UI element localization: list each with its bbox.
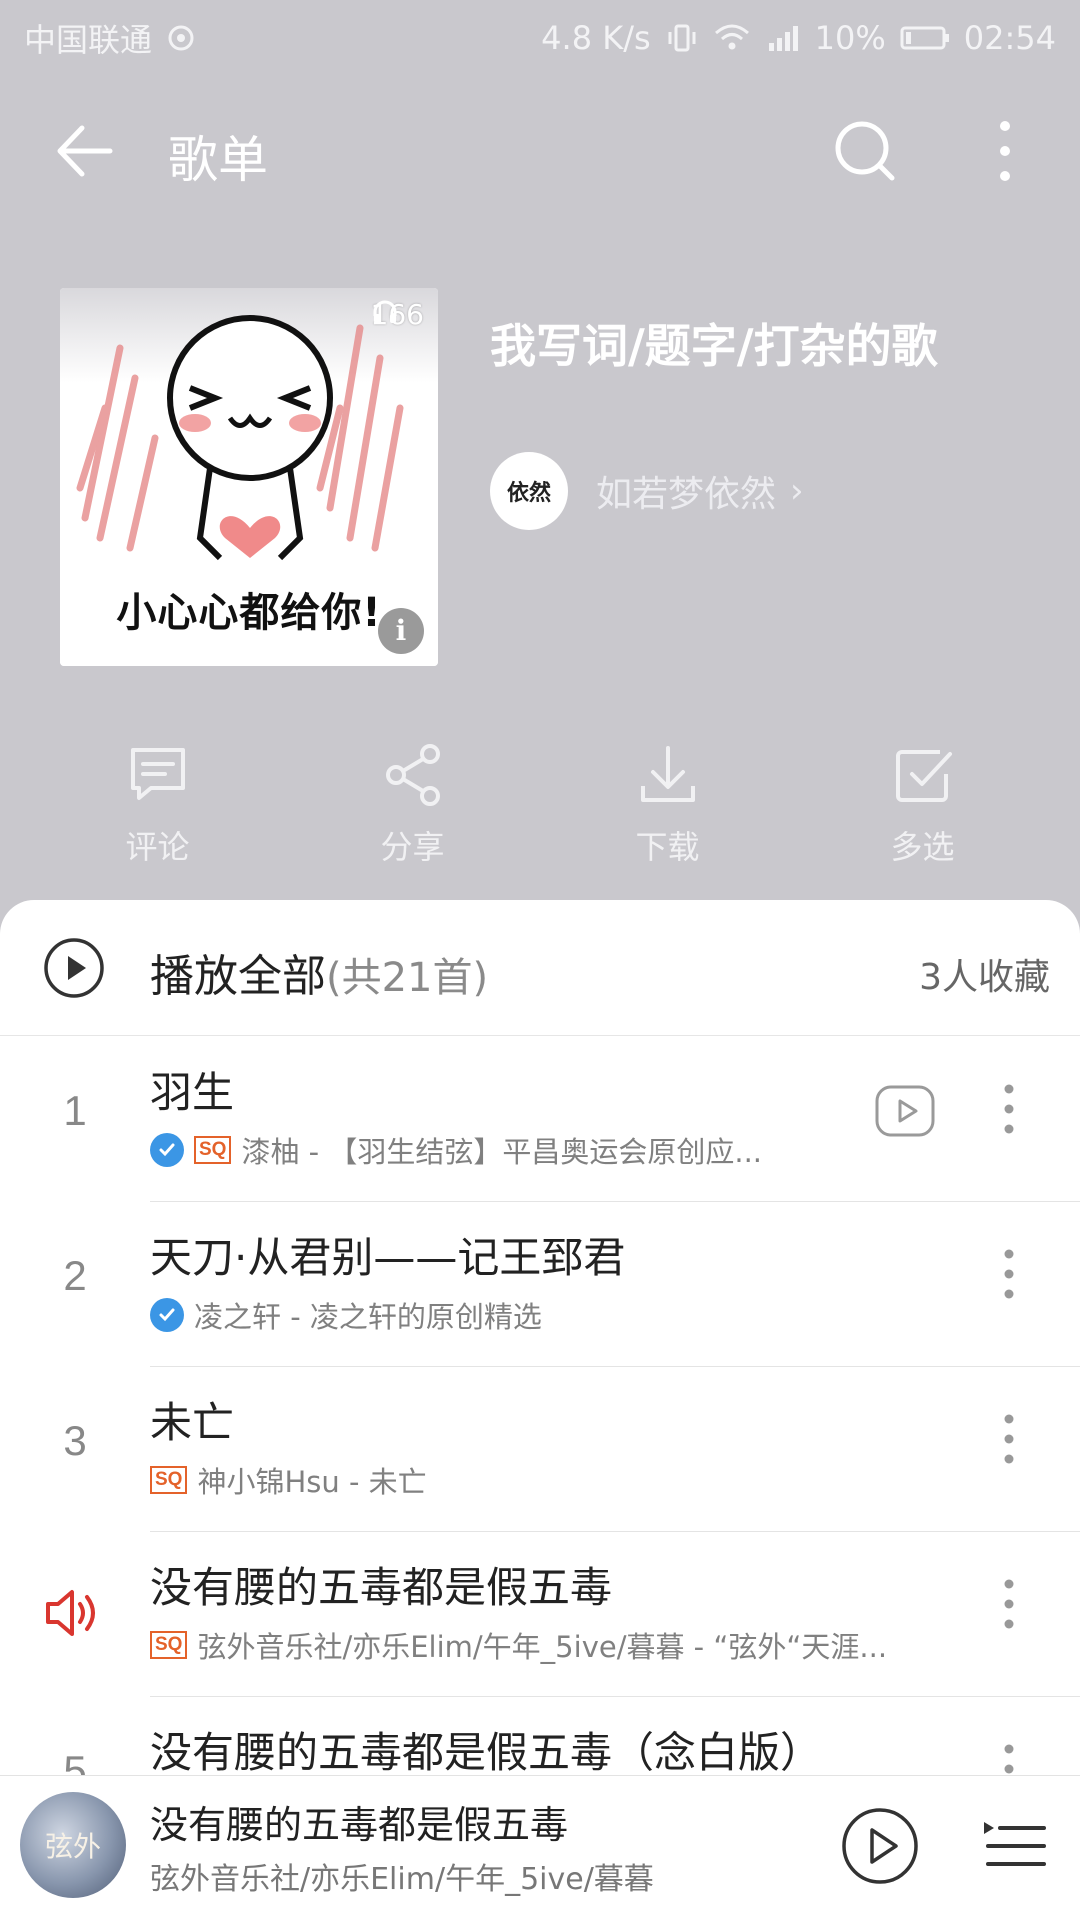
action-bar: 评论 分享 下载 多选	[0, 740, 1080, 868]
song-title: 未亡	[150, 1398, 235, 1447]
song-subtitle: 神小锦Hsu - 未亡	[197, 1465, 427, 1499]
vibrate-icon	[665, 21, 699, 55]
song-title: 天刀·从君别——记王郅君	[150, 1233, 626, 1282]
sq-badge: SQ	[150, 1631, 188, 1659]
play-all-row[interactable]: 播放全部(共21首) 3人收藏	[0, 900, 1080, 1036]
play-all-text: 播放全部	[150, 951, 326, 1002]
battery-percent: 10%	[814, 19, 886, 57]
headphones-icon	[373, 300, 397, 323]
play-circle-icon[interactable]	[42, 936, 106, 1000]
song-title: 没有腰的五毒都是假五毒	[150, 1563, 613, 1612]
mini-player[interactable]: 弦外 没有腰的五毒都是假五毒 弦外音乐社/亦乐Elim/午年_5ive/暮暮	[0, 1775, 1080, 1920]
sq-badge: SQ	[194, 1136, 232, 1164]
more-vertical-icon[interactable]	[994, 1242, 1024, 1306]
playlist-cover[interactable]: 166 小心心都给你! i	[60, 288, 438, 666]
creator-avatar[interactable]: 依然	[490, 452, 568, 530]
carrier-label: 中国联通	[24, 21, 153, 59]
share-label: 分享	[380, 828, 445, 866]
search-icon	[835, 121, 895, 181]
song-row[interactable]: 2 天刀·从君别——记王郅君 凌之轩 - 凌之轩的原创精选	[0, 1202, 1080, 1367]
now-playing-title: 没有腰的五毒都是假五毒	[150, 1803, 569, 1847]
song-total: (共21首)	[326, 955, 489, 1001]
song-list-panel: 播放全部(共21首) 3人收藏 1 羽生 SQ 漆柚 - 【羽生结弦】平昌奥运会…	[0, 900, 1080, 1920]
mv-play-icon[interactable]	[873, 1079, 937, 1143]
multi-select-button[interactable]: 多选	[795, 740, 1050, 868]
status-bar-right: 4.8 K/s 10% 02:54	[541, 19, 1056, 57]
song-subtitle: 弦外音乐社/亦乐Elim/午年_5ive/暮暮 - “弦外“天涯...	[197, 1630, 888, 1664]
status-bar: 中国联通 4.8 K/s 10% 02:54	[0, 0, 1080, 76]
song-index: 3	[63, 1417, 87, 1464]
creator-link[interactable]: 依然 如若梦依然 ›	[490, 452, 804, 530]
now-playing-artist: 弦外音乐社/亦乐Elim/午年_5ive/暮暮	[150, 1862, 654, 1897]
download-button[interactable]: 下载	[540, 740, 795, 868]
song-subtitle-row: SQ 神小锦Hsu - 未亡	[150, 1459, 427, 1501]
info-icon[interactable]: i	[378, 608, 424, 654]
song-index: 2	[63, 1252, 87, 1299]
hd-sync-icon	[166, 23, 196, 53]
more-vertical-icon	[1000, 121, 1010, 181]
creator-avatar-text: 依然	[506, 481, 551, 506]
song-subtitle-row: SQ 漆柚 - 【羽生结弦】平昌奥运会原创应...	[150, 1129, 762, 1171]
comment-button[interactable]: 评论	[30, 740, 285, 868]
song-row-playing[interactable]: 没有腰的五毒都是假五毒 SQ 弦外音乐社/亦乐Elim/午年_5ive/暮暮 -…	[0, 1532, 1080, 1697]
wifi-icon	[713, 23, 751, 53]
song-subtitle-row: 凌之轩 - 凌之轩的原创精选	[150, 1294, 542, 1336]
search-button[interactable]	[830, 116, 900, 186]
creator-name[interactable]: 如若梦依然	[596, 465, 776, 517]
clock: 02:54	[963, 19, 1056, 57]
multi-select-label: 多选	[890, 828, 955, 866]
song-subtitle: 漆柚 - 【羽生结弦】平昌奥运会原创应...	[241, 1135, 763, 1169]
now-playing-cover[interactable]: 弦外	[20, 1792, 126, 1898]
page-title: 歌单	[168, 131, 268, 189]
share-icon	[385, 744, 440, 806]
comment-icon	[130, 748, 185, 800]
song-subtitle-row: SQ 弦外音乐社/亦乐Elim/午年_5ive/暮暮 - “弦外“天涯...	[150, 1624, 887, 1666]
song-row[interactable]: 3 未亡 SQ 神小锦Hsu - 未亡	[0, 1367, 1080, 1532]
back-button[interactable]	[50, 116, 120, 186]
favorites-count: 3人收藏	[919, 957, 1050, 998]
multi-select-icon	[895, 750, 952, 802]
playlist-queue-icon[interactable]	[982, 1816, 1046, 1876]
play-count: 166	[371, 298, 424, 331]
comment-label: 评论	[125, 828, 190, 866]
chevron-right-icon: ›	[790, 471, 804, 511]
song-title: 羽生	[150, 1068, 235, 1117]
song-subtitle: 凌之轩 - 凌之轩的原创精选	[194, 1300, 542, 1334]
back-arrow-icon	[57, 125, 113, 177]
sq-badge: SQ	[150, 1466, 188, 1494]
song-title: 没有腰的五毒都是假五毒（念白版）	[150, 1728, 823, 1777]
download-icon	[640, 746, 695, 802]
playlist-title: 我写词/题字/打杂的歌	[490, 319, 938, 373]
verified-check-icon	[150, 1298, 184, 1332]
play-all-label[interactable]: 播放全部(共21首)	[150, 940, 488, 1004]
song-index: 1	[63, 1087, 87, 1134]
more-vertical-icon[interactable]	[994, 1077, 1024, 1141]
battery-icon	[900, 24, 950, 52]
more-vertical-icon[interactable]	[994, 1407, 1024, 1471]
play-button-icon[interactable]	[840, 1806, 920, 1886]
more-options-button[interactable]	[985, 116, 1025, 186]
download-label: 下载	[635, 828, 700, 866]
song-row[interactable]: 1 羽生 SQ 漆柚 - 【羽生结弦】平昌奥运会原创应...	[0, 1037, 1080, 1202]
network-speed: 4.8 K/s	[541, 19, 651, 57]
now-playing-cover-text: 弦外	[44, 1830, 101, 1863]
share-button[interactable]: 分享	[285, 740, 540, 868]
top-bar: 歌单	[0, 96, 1080, 206]
more-vertical-icon[interactable]	[994, 1572, 1024, 1636]
signal-4g-icon	[765, 23, 801, 53]
speaker-playing-icon	[46, 1590, 95, 1636]
status-bar-left: 中国联通	[24, 15, 196, 61]
verified-check-icon	[150, 1133, 184, 1167]
